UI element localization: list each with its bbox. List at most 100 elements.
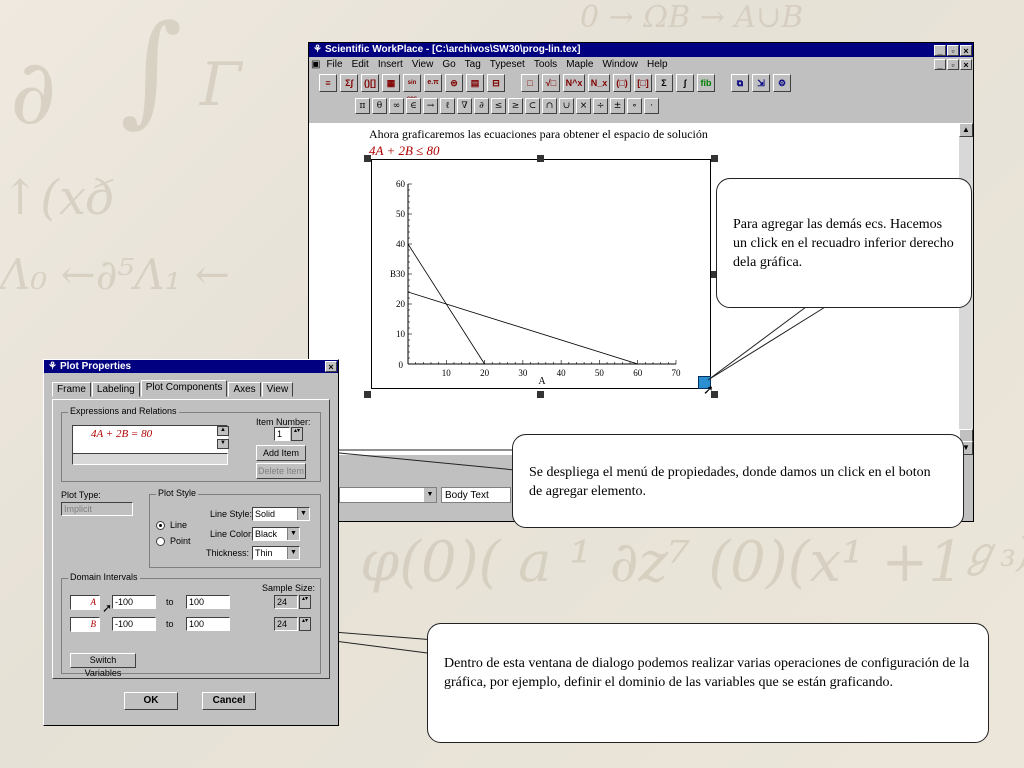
line-color-select[interactable]: Black ▼	[252, 527, 300, 541]
add-item-button[interactable]: Add Item	[256, 445, 306, 461]
thickness-select[interactable]: Thin ▼	[252, 546, 300, 560]
toolbar-button-10[interactable]: √□	[542, 74, 560, 92]
tab-labeling[interactable]: Labeling	[91, 382, 140, 397]
dialog-close-button[interactable]: ×	[325, 361, 337, 372]
toolbar-button-4[interactable]: sin cos	[403, 74, 421, 102]
symbol-div[interactable]: ÷	[593, 98, 608, 114]
symbol-leq[interactable]: ≤	[491, 98, 506, 114]
symbol-cup[interactable]: ∪	[559, 98, 574, 114]
style-combo[interactable]: Body Text	[441, 487, 511, 503]
menu-maple[interactable]: Maple	[566, 59, 593, 70]
var1-from-field[interactable]: -100	[112, 595, 156, 609]
menu-view[interactable]: View	[412, 59, 434, 70]
expression-scroll-up[interactable]: ▲	[217, 426, 229, 436]
plot-handle-bl[interactable]	[364, 391, 371, 398]
minimize-button[interactable]: _	[934, 44, 946, 56]
tab-plot-components[interactable]: Plot Components	[140, 380, 228, 397]
toolbar-button-8[interactable]: ⊟	[487, 74, 505, 92]
var1-field[interactable]: A	[70, 595, 100, 610]
menu-file[interactable]: File	[326, 59, 342, 70]
item-number-spinner[interactable]: ▴▾	[291, 427, 303, 441]
y-tick-label: B30	[390, 269, 406, 279]
var2-samples-spinner[interactable]: ▴▾	[299, 617, 311, 631]
ok-button[interactable]: OK	[124, 692, 178, 710]
var1-samples-spinner[interactable]: ▴▾	[299, 595, 311, 609]
plot-handle-tm[interactable]	[537, 155, 544, 162]
var2-to-field[interactable]: 100	[186, 617, 230, 631]
toolbar-button-7[interactable]: ▤	[466, 74, 484, 92]
toolbar-button-14[interactable]: [□]	[634, 74, 652, 92]
menu-typeset[interactable]: Typeset	[490, 59, 525, 70]
var2-from-field[interactable]: -100	[112, 617, 156, 631]
toolbar-button-6[interactable]: ⊜	[445, 74, 463, 92]
symbol-pm[interactable]: ±	[610, 98, 625, 114]
cancel-button[interactable]: Cancel	[202, 692, 256, 710]
toolbar-button-16[interactable]: ∫	[676, 74, 694, 92]
menu-window[interactable]: Window	[602, 59, 638, 70]
toolbar-button-2[interactable]: ()[]	[361, 74, 379, 92]
item-number-field[interactable]: 1	[274, 427, 290, 441]
toolbar-button-9[interactable]: □	[521, 74, 539, 92]
expression-hscroll[interactable]	[72, 453, 228, 465]
toolbar-button-17[interactable]: fib	[697, 74, 715, 92]
symbol-cap[interactable]: ∩	[542, 98, 557, 114]
menu-help[interactable]: Help	[647, 59, 668, 70]
symbol-arrow[interactable]: →	[423, 98, 438, 114]
toolbar-button-18[interactable]: ⧉	[731, 74, 749, 92]
plot-handle-tr[interactable]	[711, 155, 718, 162]
symbol-circ[interactable]: ∘	[627, 98, 642, 114]
doc-restore-button[interactable]: ▫	[947, 58, 959, 70]
toolbar-button-15[interactable]: Σ	[655, 74, 673, 92]
toolbar-button-13[interactable]: (□)	[613, 74, 631, 92]
line-style-select[interactable]: Solid ▼	[252, 507, 310, 521]
radio-point[interactable]	[156, 537, 165, 546]
symbol-cdot[interactable]: ·	[644, 98, 659, 114]
menu-insert[interactable]: Insert	[378, 59, 403, 70]
doc-minimize-button[interactable]: _	[934, 58, 946, 70]
toolbar-button-0[interactable]: ≡	[319, 74, 337, 92]
scroll-up-arrow[interactable]: ▲	[959, 123, 973, 137]
toolbar-button-19[interactable]: ⇲	[752, 74, 770, 92]
radio-line[interactable]	[156, 521, 165, 530]
symbol-times[interactable]: ×	[576, 98, 591, 114]
y-tick-label: 50	[396, 209, 406, 219]
symbol-infinity[interactable]: ∞	[389, 98, 404, 114]
var1-to-field[interactable]: 100	[186, 595, 230, 609]
tab-axes[interactable]: Axes	[228, 382, 261, 397]
symbol-pi[interactable]: π	[355, 98, 370, 114]
var2-field[interactable]: B	[70, 617, 100, 632]
switch-variables-button[interactable]: Switch Variables	[70, 653, 136, 678]
expression-scroll-down[interactable]: ▼	[217, 439, 229, 449]
tag-combo[interactable]: ▼	[339, 487, 437, 503]
delete-item-button[interactable]: Delete Item	[256, 463, 306, 479]
menu-go[interactable]: Go	[442, 59, 455, 70]
symbol-nabla[interactable]: ∇	[457, 98, 472, 114]
toolbar-button-20[interactable]: ⚙	[773, 74, 791, 92]
x-tick-label: 50	[595, 368, 605, 378]
symbol-element[interactable]: ∈	[406, 98, 421, 114]
plot-frame[interactable]: 0 10 20 30 40 50 60 70 10 20 B30 40 50 60 A	[371, 159, 711, 389]
toolbar-button-3[interactable]: ▦	[382, 74, 400, 92]
menu-tools[interactable]: Tools	[534, 59, 557, 70]
toolbar-button-12[interactable]: N_x	[588, 74, 610, 92]
menu-edit[interactable]: Edit	[352, 59, 369, 70]
tab-frame[interactable]: Frame	[52, 382, 91, 397]
plot-handle-tl[interactable]	[364, 155, 371, 162]
var2-samples-field[interactable]: 24	[274, 617, 298, 631]
maximize-button[interactable]: ▫	[947, 44, 959, 56]
symbol-geq[interactable]: ≥	[508, 98, 523, 114]
var1-samples-field[interactable]: 24	[274, 595, 298, 609]
symbol-subset[interactable]: ⊂	[525, 98, 540, 114]
symbol-ell[interactable]: ℓ	[440, 98, 455, 114]
menu-tag[interactable]: Tag	[465, 59, 481, 70]
doc-close-button[interactable]: ×	[960, 58, 972, 70]
toolbar-button-11[interactable]: N^x	[563, 74, 585, 92]
toolbar-button-1[interactable]: Σ∫	[340, 74, 358, 92]
plot-handle-bm[interactable]	[537, 391, 544, 398]
close-button[interactable]: ×	[960, 44, 972, 56]
tab-view[interactable]: View	[261, 382, 294, 397]
toolbar-button-5[interactable]: e.π	[424, 74, 442, 92]
symbol-partial[interactable]: ∂	[474, 98, 489, 114]
x-axis-label: A	[538, 376, 546, 387]
symbol-theta[interactable]: θ	[372, 98, 387, 114]
